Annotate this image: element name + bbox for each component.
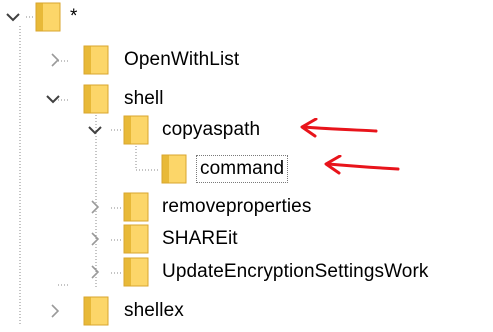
folder-icon [34,1,62,33]
chevron-right-icon[interactable] [46,302,64,320]
tree-node-label: removeproperties [162,196,312,217]
folder-icon [82,44,110,76]
folder-icon [82,83,110,115]
chevron-down-icon[interactable] [44,90,62,108]
tree-node-label: * [70,6,78,27]
tree-node-label: OpenWithList [124,49,240,70]
tree-node-label: UpdateEncryptionSettingsWork [162,261,429,282]
tree-node-label: copyaspath [162,119,261,140]
tree-node-label: shellex [124,300,184,321]
annotation-arrow-icon [322,155,402,177]
folder-icon [122,256,150,288]
chevron-right-icon[interactable] [86,230,104,248]
chevron-down-icon[interactable] [4,8,22,26]
folder-icon [122,114,150,146]
chevron-right-icon[interactable] [86,263,104,281]
chevron-right-icon[interactable] [46,51,64,69]
registry-tree-view: * OpenWithList shell copyaspath command … [0,0,493,332]
folder-icon [82,295,110,327]
tree-node-label: command [195,155,289,183]
folder-icon [122,191,150,223]
folder-icon [122,223,150,255]
tree-node-label: SHAREit [162,228,238,249]
tree-node-label: shell [124,88,164,109]
folder-icon [160,153,188,185]
annotation-arrow-icon [298,118,378,140]
chevron-down-icon[interactable] [86,121,104,139]
chevron-right-icon[interactable] [86,198,104,216]
